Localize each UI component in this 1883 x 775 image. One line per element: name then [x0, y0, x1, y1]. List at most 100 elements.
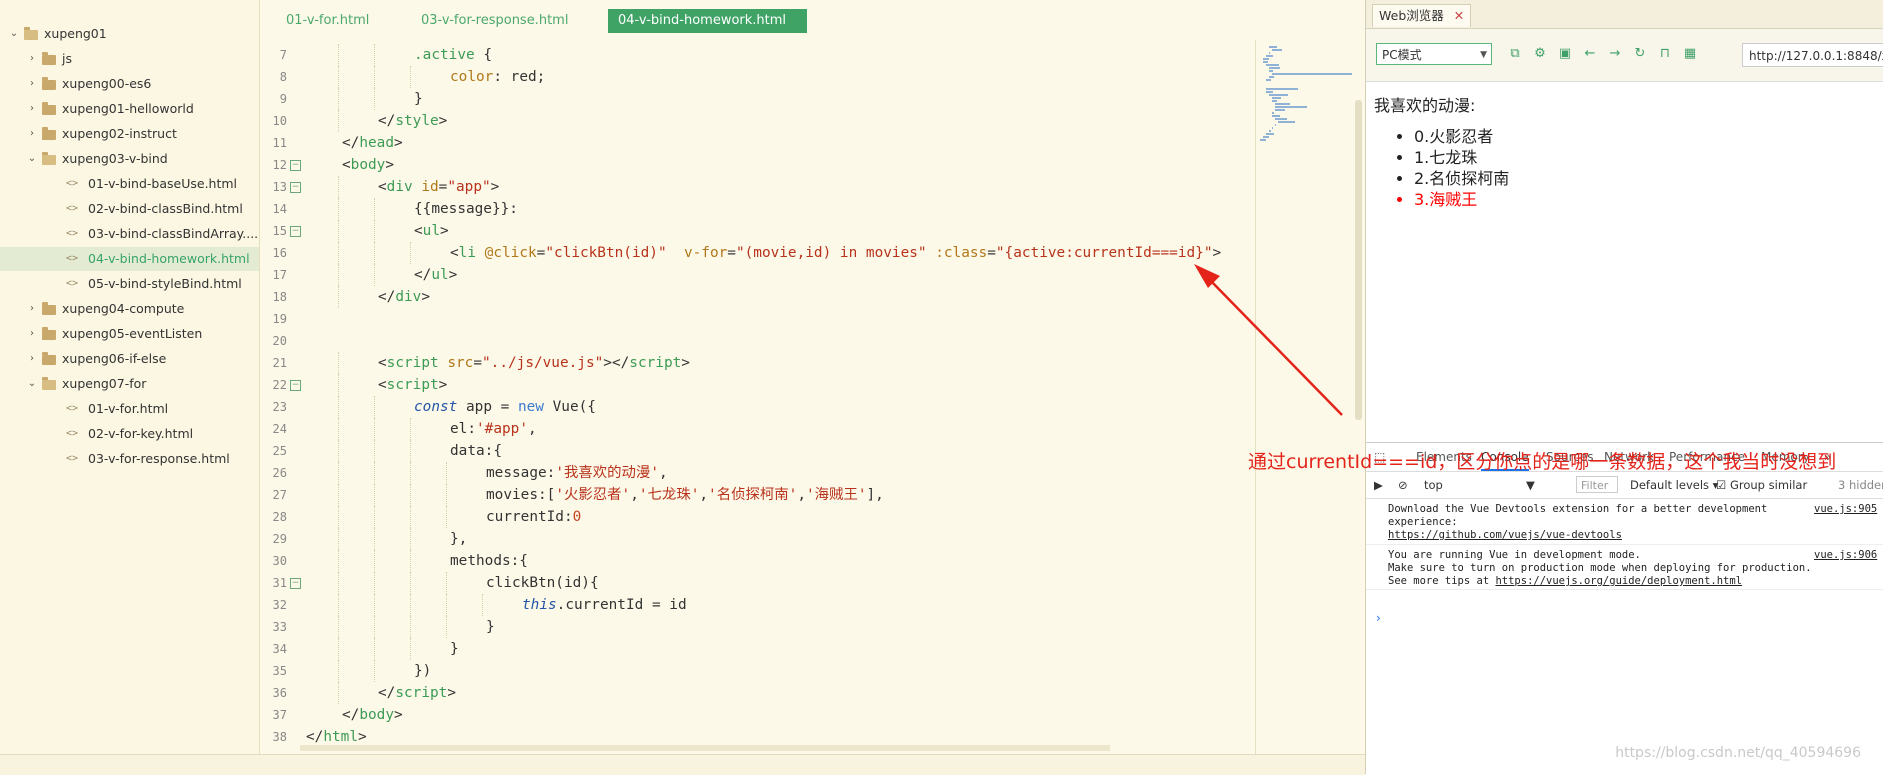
fold-toggle-icon[interactable]: −: [290, 380, 301, 391]
settings-icon[interactable]: ⚙: [1531, 45, 1549, 63]
fold-toggle-icon[interactable]: −: [290, 182, 301, 193]
tree-file-item[interactable]: <> 02-v-for-key.html: [0, 422, 259, 446]
tree-folder-item[interactable]: › xupeng01-helloworld: [0, 97, 259, 121]
forward-icon[interactable]: →: [1606, 45, 1624, 63]
movie-list-item[interactable]: 0.火影忍者: [1414, 126, 1509, 147]
screenshot-icon[interactable]: ⧉: [1506, 45, 1524, 63]
minimap-line: [1269, 94, 1288, 96]
indent-guide: [338, 110, 339, 132]
indent-guide: [374, 198, 375, 220]
chevron-right-icon[interactable]: ›: [26, 322, 38, 346]
minimap-line: [1275, 106, 1308, 108]
code-line: {{message}}:: [414, 198, 518, 220]
line-number: 14: [272, 202, 287, 216]
tree-file-item[interactable]: <> 05-v-bind-styleBind.html: [0, 272, 259, 296]
console-link[interactable]: https://vuejs.org/guide/deployment.html: [1495, 575, 1742, 587]
movie-list-item[interactable]: 2.名侦探柯南: [1414, 168, 1509, 189]
rendered-page: 我喜欢的动漫: 0.火影忍者1.七龙珠2.名侦探柯南3.海贼王: [1366, 82, 1883, 442]
chevron-right-icon[interactable]: ›: [26, 47, 38, 71]
html-file-icon: <>: [66, 253, 79, 264]
minimap-line: [1263, 136, 1270, 138]
code-token: >: [448, 267, 458, 283]
horizontal-scrollbar[interactable]: [300, 745, 1110, 751]
tree-file-item[interactable]: <> 04-v-bind-homework.html: [0, 247, 259, 271]
code-token: src: [447, 355, 474, 371]
line-number: 24: [272, 422, 287, 436]
code-token: >: [1212, 245, 1222, 261]
tree-folder-item[interactable]: ⌄ xupeng03-v-bind: [0, 147, 259, 171]
back-icon[interactable]: ←: [1581, 45, 1599, 63]
chevron-right-icon[interactable]: ›: [26, 72, 38, 96]
folder-icon: [42, 127, 56, 140]
code-token: '我喜欢的动漫': [555, 465, 659, 481]
page-message: 我喜欢的动漫:: [1374, 96, 1476, 115]
tree-folder-item[interactable]: ⌄ xupeng07-for: [0, 372, 259, 396]
code-line: el:'#app',: [450, 418, 537, 440]
fold-toggle-icon[interactable]: −: [290, 578, 301, 589]
qrcode-icon[interactable]: ▦: [1681, 45, 1699, 63]
editor-tab[interactable]: 04-v-bind-homework.html: [608, 9, 807, 33]
browser-tab[interactable]: Web浏览器 ✕: [1372, 4, 1472, 27]
tree-file-item[interactable]: <> 03-v-bind-classBindArray....: [0, 222, 259, 246]
code-line: <ul>: [414, 220, 449, 242]
tree-folder-item[interactable]: › xupeng00-es6: [0, 72, 259, 96]
line-number: 8: [279, 70, 287, 84]
tree-file-item[interactable]: <> 03-v-for-response.html: [0, 447, 259, 471]
indent-guide: [374, 484, 375, 506]
editor-tab[interactable]: 01-v-for.html: [276, 9, 379, 33]
movie-list-item[interactable]: 3.海贼王: [1414, 189, 1509, 210]
code-token: html: [323, 729, 358, 745]
tree-folder-item[interactable]: ⌄ xupeng01: [0, 22, 259, 46]
lock-icon[interactable]: ⊓: [1656, 45, 1674, 63]
fold-toggle-icon[interactable]: −: [290, 160, 301, 171]
browser-toolbar: PC模式 ▼ ⧉ ⚙ ▣ ← → ↻ ⊓ ▦ http://127.0.0.1:8…: [1366, 29, 1883, 82]
indent-guide: [338, 528, 339, 550]
console-source-link[interactable]: vue.js:905: [1814, 503, 1877, 515]
tree-item-label: xupeng03-v-bind: [62, 151, 168, 166]
tree-folder-item[interactable]: › xupeng02-instruct: [0, 122, 259, 146]
minimap-line: [1269, 70, 1273, 72]
tree-folder-item[interactable]: › js: [0, 47, 259, 71]
code-token: ul: [431, 267, 449, 283]
minimap-line: [1275, 124, 1276, 126]
tree-folder-item[interactable]: › xupeng06-if-else: [0, 347, 259, 371]
console-prompt[interactable]: ›: [1376, 611, 1381, 625]
fold-toggle-icon[interactable]: −: [290, 226, 301, 237]
code-token: script: [386, 355, 439, 371]
tree-file-item[interactable]: <> 02-v-bind-classBind.html: [0, 197, 259, 221]
address-bar[interactable]: http://127.0.0.1:8848/x: [1742, 43, 1883, 67]
terminal-icon[interactable]: ▣: [1556, 45, 1574, 63]
address-bar-value: http://127.0.0.1:8848/x: [1749, 49, 1883, 63]
tree-folder-item[interactable]: › xupeng04-compute: [0, 297, 259, 321]
chevron-down-icon[interactable]: ⌄: [26, 372, 38, 396]
minimap[interactable]: [1255, 40, 1366, 754]
tree-item-label: xupeng06-if-else: [62, 351, 167, 366]
mode-select-value: PC模式: [1382, 48, 1422, 62]
code-editor[interactable]: 01-v-for.html 03-v-for-response.html 04-v-…: [260, 0, 1363, 754]
indent-guide: [338, 220, 339, 242]
mode-select[interactable]: PC模式 ▼: [1376, 43, 1492, 65]
console-source-link[interactable]: vue.js:906: [1814, 549, 1877, 561]
folder-icon: [42, 302, 56, 315]
console-link[interactable]: https://github.com/vuejs/vue-devtools: [1388, 529, 1622, 541]
vertical-scrollbar[interactable]: [1355, 100, 1362, 420]
tree-item-label: 03-v-for-response.html: [88, 451, 230, 466]
movie-list-item[interactable]: 1.七龙珠: [1414, 147, 1509, 168]
filter-input[interactable]: Filter: [1576, 476, 1618, 493]
chevron-down-icon[interactable]: ⌄: [8, 22, 20, 46]
chevron-down-icon[interactable]: ⌄: [26, 147, 38, 171]
indent-guide: [374, 44, 375, 66]
chevron-right-icon[interactable]: ›: [26, 97, 38, 121]
indent-guide: [374, 418, 375, 440]
reload-icon[interactable]: ↻: [1631, 45, 1649, 63]
chevron-right-icon[interactable]: ›: [26, 297, 38, 321]
chevron-right-icon[interactable]: ›: [26, 122, 38, 146]
tree-folder-item[interactable]: › xupeng05-eventListen: [0, 322, 259, 346]
tree-file-item[interactable]: <> 01-v-for.html: [0, 397, 259, 421]
editor-tab[interactable]: 03-v-for-response.html: [411, 9, 578, 33]
tree-item-label: xupeng01: [44, 26, 107, 41]
chevron-right-icon[interactable]: ›: [26, 347, 38, 371]
close-icon[interactable]: ✕: [1454, 8, 1464, 23]
tree-file-item[interactable]: <> 01-v-bind-baseUse.html: [0, 172, 259, 196]
annotation-note: 通过currentId===id，区分你点的是哪一条数据，这个我当时没想到: [1248, 451, 1837, 473]
